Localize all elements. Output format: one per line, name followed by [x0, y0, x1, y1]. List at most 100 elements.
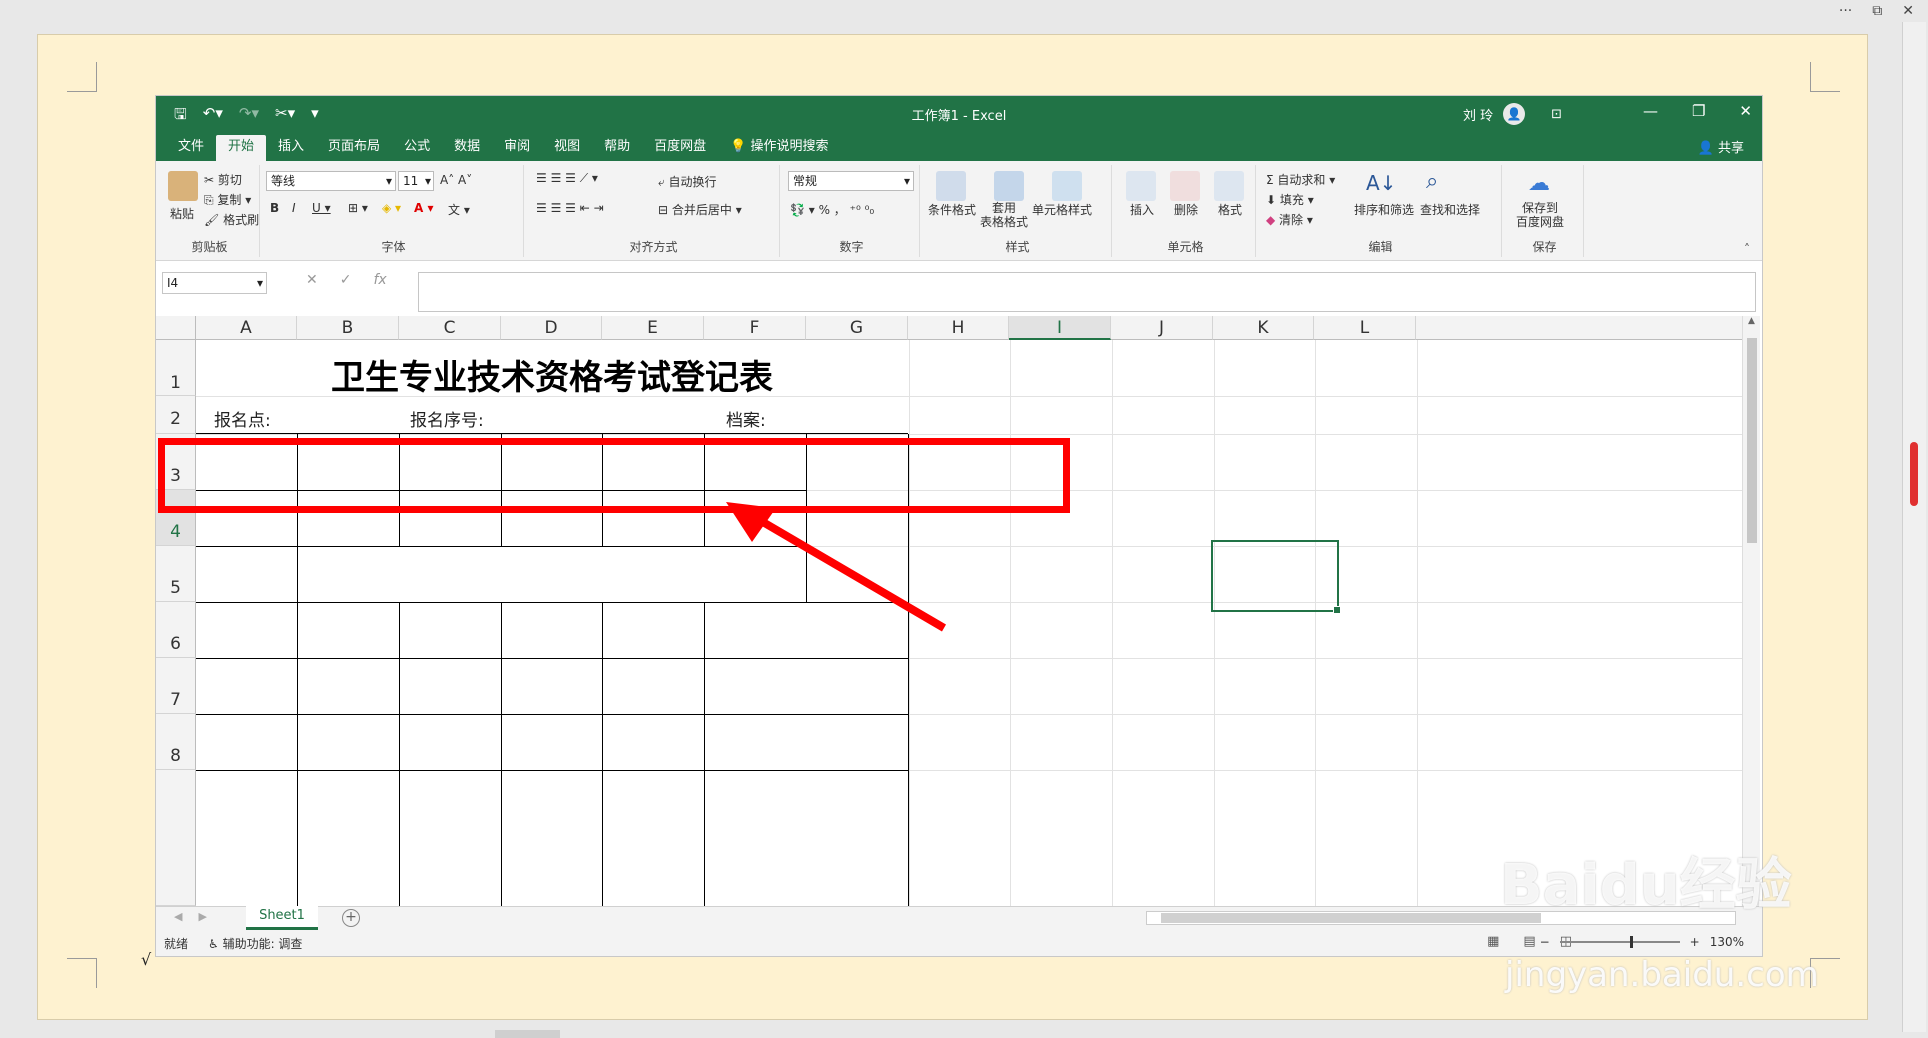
column-header-c[interactable]: C	[399, 316, 501, 340]
insert-function-icon[interactable]: fx	[373, 272, 386, 288]
sheet-tab-sheet1[interactable]: Sheet1	[246, 906, 318, 930]
add-sheet-icon[interactable]: +	[342, 909, 360, 927]
row-header-2[interactable]: 2	[156, 396, 196, 434]
conditional-format-icon[interactable]	[936, 171, 966, 201]
fill-color-icon[interactable]: ◈ ▾	[382, 201, 401, 215]
format-painter-button[interactable]: 🖌 格式刷	[204, 211, 259, 228]
tab-insert[interactable]: 插入	[266, 135, 316, 161]
avatar[interactable]: 👤	[1503, 103, 1526, 125]
row-header-8[interactable]: 8	[156, 714, 196, 770]
column-header-b[interactable]: B	[297, 316, 399, 340]
tab-view[interactable]: 视图	[542, 135, 592, 161]
column-header-e[interactable]: E	[602, 316, 704, 340]
cancel-icon[interactable]: ✕	[306, 272, 318, 288]
user-account[interactable]: 刘 玲 👤 ⊡	[1463, 103, 1562, 125]
merge-center-button[interactable]: ⊟ 合并后居中 ▾	[658, 201, 742, 218]
delete-cells-button[interactable]: 删除	[1174, 201, 1198, 218]
column-header-f[interactable]: F	[704, 316, 806, 340]
number-format-select[interactable]: 常规 ▾	[788, 171, 914, 191]
copy-button[interactable]: ⎘ 复制 ▾	[204, 191, 251, 208]
delete-cells-icon[interactable]	[1170, 171, 1200, 201]
borders-icon[interactable]: ⊞ ▾	[348, 201, 368, 215]
autosum-button[interactable]: Σ 自动求和 ▾	[1266, 171, 1335, 188]
save-to-baidu-button[interactable]: 保存到 百度网盘	[1516, 201, 1564, 229]
format-cells-icon[interactable]	[1214, 171, 1244, 201]
column-header-k[interactable]: K	[1213, 316, 1314, 340]
accessibility-status[interactable]: ♿ 辅助功能: 调查	[208, 935, 302, 952]
format-cells-button[interactable]: 格式	[1218, 201, 1242, 218]
column-header-g[interactable]: G	[806, 316, 908, 340]
grow-font-icon[interactable]: A˄ A˅	[440, 173, 472, 187]
cut-button[interactable]: ✂ 剪切	[204, 171, 242, 188]
horizontal-scroll-thumb[interactable]	[1161, 913, 1541, 923]
column-header-h[interactable]: H	[908, 316, 1009, 340]
find-select-button[interactable]: 查找和选择	[1420, 201, 1480, 218]
name-box[interactable]: I4 ▾	[162, 272, 267, 294]
prev-sheet-icon[interactable]: ◀	[174, 910, 182, 923]
scroll-up-icon[interactable]: ▲	[1743, 316, 1760, 326]
column-header-j[interactable]: J	[1111, 316, 1213, 340]
bold-button[interactable]: B	[270, 201, 279, 215]
cell-styles-button[interactable]: 单元格样式	[1032, 201, 1092, 218]
format-as-table-icon[interactable]	[994, 171, 1024, 201]
column-header-a[interactable]: A	[196, 316, 297, 340]
close-icon[interactable]: ✕	[1902, 3, 1914, 19]
maximize-icon[interactable]: ❐	[1692, 102, 1705, 120]
zoom-level[interactable]: 130%	[1710, 935, 1744, 949]
insert-cells-icon[interactable]	[1126, 171, 1156, 201]
formula-input[interactable]	[418, 272, 1756, 312]
row-header-7[interactable]: 7	[156, 658, 196, 714]
host-horizontal-scroll-thumb[interactable]	[495, 1030, 560, 1038]
paste-button[interactable]: 粘贴	[170, 205, 194, 222]
minimize-icon[interactable]: —	[1643, 102, 1658, 120]
wrap-text-button[interactable]: ⤶ 自动换行	[658, 173, 717, 190]
format-as-table-button[interactable]: 套用 表格格式	[980, 201, 1028, 229]
align-left-icons[interactable]: ☰ ☰ ☰ ⇤ ⇥	[536, 201, 604, 215]
row-header-5[interactable]: 5	[156, 546, 196, 602]
row-header-1[interactable]: 1	[156, 340, 196, 396]
number-format-icons[interactable]: 💱 ▾ % ， ⁺⁰ ⁰₀	[790, 201, 874, 218]
column-header-i[interactable]: I	[1009, 316, 1111, 340]
ribbon-display-icon[interactable]: ⊡	[1551, 107, 1562, 122]
cell-styles-icon[interactable]	[1052, 171, 1082, 201]
more-icon[interactable]: ···	[1839, 3, 1852, 19]
find-select-icon[interactable]: ⌕	[1426, 169, 1438, 194]
column-header-d[interactable]: D	[501, 316, 602, 340]
paste-icon[interactable]	[168, 171, 198, 201]
tab-formulas[interactable]: 公式	[392, 135, 442, 161]
font-name-select[interactable]: 等线 ▾	[266, 171, 396, 191]
worksheet-grid[interactable]: A B C D E F G H I J K L 1 2 3 4 5 6 7 8	[156, 316, 1760, 906]
tab-help[interactable]: 帮助	[592, 135, 642, 161]
tab-file[interactable]: 文件	[166, 135, 216, 161]
cell-f2-label[interactable]: 档案:	[726, 406, 766, 431]
fill-button[interactable]: ⬇ 填充 ▾	[1266, 191, 1314, 208]
underline-button[interactable]: U ▾	[312, 201, 331, 215]
zoom-in-icon[interactable]: +	[1690, 935, 1700, 949]
cell-a2-label[interactable]: 报名点:	[214, 406, 271, 431]
enter-icon[interactable]: ✓	[340, 272, 352, 288]
tab-page-layout[interactable]: 页面布局	[316, 135, 392, 161]
tab-review[interactable]: 审阅	[492, 135, 542, 161]
page-layout-view-icon[interactable]: ▤	[1523, 934, 1535, 949]
tab-baidu-netdisk[interactable]: 百度网盘	[642, 135, 718, 161]
vertical-scrollbar[interactable]: ▲	[1742, 316, 1760, 906]
host-vertical-scrollbar[interactable]	[1902, 22, 1926, 1032]
select-all-corner[interactable]	[156, 316, 196, 340]
italic-button[interactable]: I	[292, 201, 296, 215]
normal-view-icon[interactable]: ▦	[1487, 934, 1499, 949]
row-header-6[interactable]: 6	[156, 602, 196, 658]
clear-button[interactable]: ◆ 清除 ▾	[1266, 211, 1313, 228]
tab-home[interactable]: 开始	[216, 135, 267, 161]
restore-icon[interactable]: ⧉	[1872, 3, 1882, 19]
vertical-scroll-thumb[interactable]	[1747, 338, 1757, 543]
zoom-slider[interactable]	[1559, 936, 1680, 948]
baidu-cloud-icon[interactable]: ☁	[1528, 171, 1550, 196]
tell-me-search[interactable]: 💡 操作说明搜索	[718, 135, 840, 161]
cell-c2-label[interactable]: 报名序号:	[410, 406, 484, 431]
sort-filter-button[interactable]: 排序和筛选	[1354, 201, 1414, 218]
column-header-l[interactable]: L	[1314, 316, 1416, 340]
insert-cells-button[interactable]: 插入	[1130, 201, 1154, 218]
phonetic-icon[interactable]: 文 ▾	[448, 201, 470, 218]
next-sheet-icon[interactable]: ▶	[198, 910, 206, 923]
host-scroll-thumb[interactable]	[1910, 442, 1918, 506]
